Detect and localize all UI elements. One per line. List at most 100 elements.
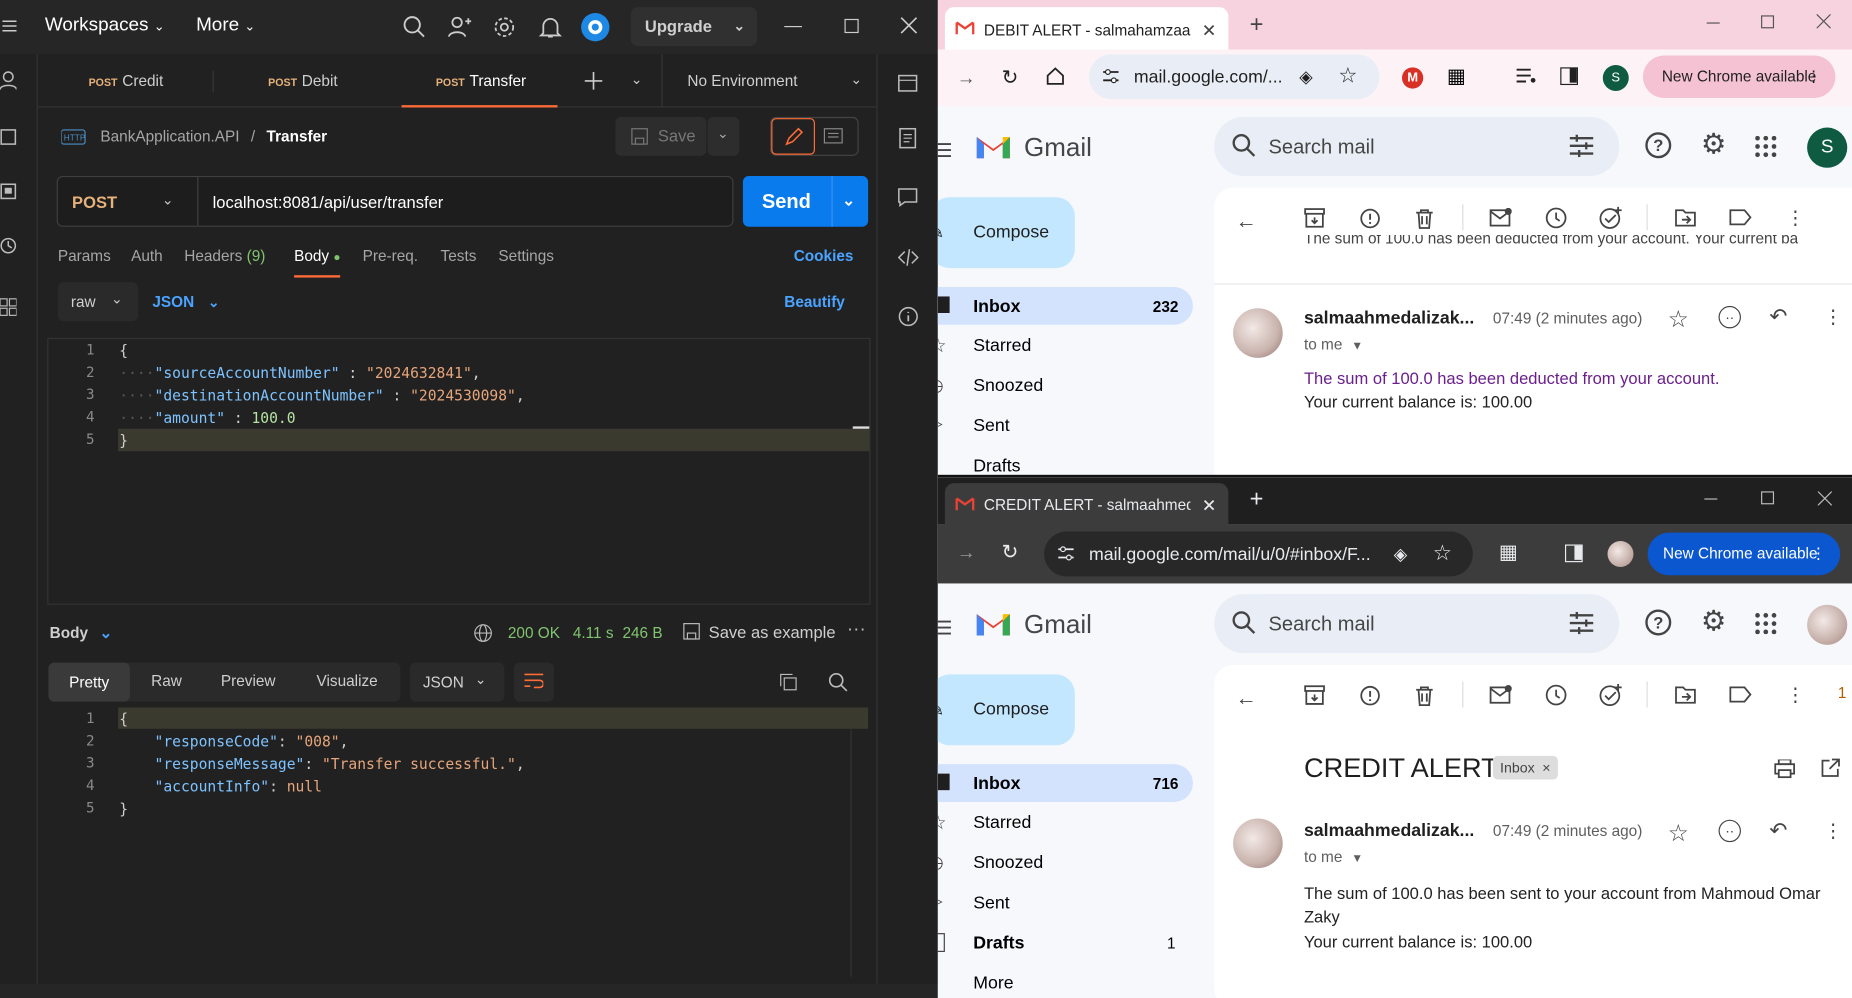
nav-more[interactable]: More xyxy=(938,966,1169,998)
tab-prereq[interactable]: Pre-req. xyxy=(363,247,418,265)
bookmark-star-icon[interactable]: ☆ xyxy=(1338,64,1357,89)
move-to-icon[interactable] xyxy=(1675,208,1696,227)
nav-inbox[interactable]: Inbox 232 xyxy=(937,287,1193,325)
main-menu-icon[interactable]: ☰ xyxy=(938,139,953,163)
profile-avatar[interactable]: S xyxy=(1602,64,1629,91)
tab-raw[interactable]: Raw xyxy=(151,672,182,690)
close-window-icon[interactable] xyxy=(1817,491,1832,506)
tab-params[interactable]: Params xyxy=(58,247,111,265)
new-tab-plus-icon[interactable]: + xyxy=(1250,12,1264,39)
body-language-select[interactable]: JSON ⌄ xyxy=(152,293,219,311)
response-body-select[interactable]: Body ⌄ xyxy=(50,624,113,643)
info-icon[interactable] xyxy=(898,306,919,327)
response-size[interactable]: 246 B xyxy=(622,624,662,642)
new-tab-plus-icon[interactable]: + xyxy=(1250,487,1264,514)
star-icon[interactable]: ☆ xyxy=(1668,819,1689,849)
environments-icon[interactable] xyxy=(0,128,17,147)
main-menu-icon[interactable]: ☰ xyxy=(938,617,953,641)
notifications-bell-icon[interactable] xyxy=(538,15,563,39)
tab-body[interactable]: Body ● xyxy=(294,247,341,278)
new-tab-plus-icon[interactable] xyxy=(584,72,603,90)
reload-icon[interactable]: ↻ xyxy=(1002,541,1019,565)
apps-grid-icon[interactable] xyxy=(1755,135,1777,158)
archive-icon[interactable] xyxy=(1304,208,1325,228)
nav-drafts[interactable]: Drafts xyxy=(938,449,1169,477)
search-mail-input[interactable]: Search mail xyxy=(1214,116,1620,176)
address-bar[interactable]: mail.google.com/... ◈ ☆ xyxy=(1088,54,1380,100)
collections-icon[interactable] xyxy=(0,71,17,90)
print-icon[interactable] xyxy=(1774,759,1796,779)
profile-avatar[interactable] xyxy=(580,12,611,43)
side-panel-icon[interactable] xyxy=(1560,67,1578,86)
tab-debit-alert[interactable]: DEBIT ALERT - salmahamzaahm ✕ xyxy=(944,7,1229,50)
apps-grid-icon[interactable] xyxy=(1755,613,1777,635)
media-control-icon[interactable] xyxy=(1516,67,1537,85)
reply-icon[interactable]: ↶ xyxy=(1769,305,1787,330)
tab-settings[interactable]: Settings xyxy=(498,247,553,265)
search-options-icon[interactable] xyxy=(1569,611,1594,635)
nav-drafts[interactable]: Drafts 1 xyxy=(937,926,1193,961)
new-chrome-available-button[interactable]: New Chrome available ⋮ xyxy=(1642,55,1836,99)
compose-button[interactable]: ✎Compose xyxy=(937,674,1075,746)
search-options-icon[interactable] xyxy=(1569,134,1594,158)
tab-preview[interactable]: Preview xyxy=(221,672,276,690)
close-icon[interactable] xyxy=(900,17,918,35)
mark-unread-icon[interactable] xyxy=(1489,685,1512,704)
minimize-icon[interactable] xyxy=(1704,498,1718,500)
label-tag-icon[interactable] xyxy=(1729,686,1752,703)
settings-gear-icon[interactable] xyxy=(493,15,517,39)
archive-icon[interactable] xyxy=(1304,685,1325,705)
tab-debit[interactable]: POST Debit xyxy=(268,54,338,107)
extensions-puzzle-icon[interactable]: ▦ xyxy=(1447,65,1466,89)
recipient-to-me[interactable]: to me ▼ xyxy=(1304,335,1363,353)
emoji-react-icon[interactable]: ․․ xyxy=(1718,819,1741,843)
compose-button[interactable]: ✎Compose xyxy=(937,197,1075,269)
environment-dropdown-icon[interactable]: ⌄ xyxy=(850,71,862,88)
save-as-example-button[interactable]: Save as example xyxy=(709,622,836,641)
message-more-icon[interactable]: ⋮ xyxy=(1824,306,1843,330)
history-icon[interactable] xyxy=(0,236,17,255)
account-avatar[interactable] xyxy=(1807,604,1848,645)
report-spam-icon[interactable] xyxy=(1359,685,1380,706)
mark-unread-icon[interactable] xyxy=(1489,207,1512,227)
bookmark-star-icon[interactable]: ☆ xyxy=(1433,541,1452,566)
profile-avatar[interactable] xyxy=(1607,540,1634,567)
address-bar[interactable]: mail.google.com/mail/u/0/#inbox/F... ◈ ☆ xyxy=(1044,531,1473,577)
settings-gear-icon[interactable]: ⚙ xyxy=(1701,131,1726,159)
nav-starred[interactable]: ☆Starred xyxy=(938,806,1169,841)
forward-icon[interactable]: → xyxy=(957,69,976,90)
tab-close-icon[interactable]: ✕ xyxy=(1202,20,1217,41)
tab-pretty[interactable]: Pretty xyxy=(48,662,130,702)
emoji-react-icon[interactable]: ․․ xyxy=(1718,305,1741,329)
new-chrome-available-button[interactable]: New Chrome available ⋮ xyxy=(1647,532,1841,576)
gmail-logo-icon[interactable] xyxy=(974,609,1012,637)
search-response-icon[interactable] xyxy=(828,672,848,692)
method-dropdown-icon[interactable]: ⌄ xyxy=(162,191,174,208)
help-icon[interactable]: ? xyxy=(1645,609,1672,636)
search-mail-input[interactable]: Search mail xyxy=(1214,594,1620,654)
maximize-icon[interactable] xyxy=(1761,491,1775,505)
open-new-window-icon[interactable] xyxy=(1820,758,1840,778)
url-input[interactable]: localhost:8081/api/user/transfer xyxy=(213,193,444,212)
close-window-icon[interactable] xyxy=(1816,14,1831,29)
add-task-icon[interactable] xyxy=(1599,683,1623,707)
inbox-label-chip[interactable]: Inbox × xyxy=(1492,755,1558,780)
invite-user-icon[interactable] xyxy=(447,15,472,39)
star-icon[interactable]: ☆ xyxy=(1668,305,1689,335)
reply-icon[interactable]: ↶ xyxy=(1769,819,1787,844)
copy-icon[interactable] xyxy=(778,672,798,692)
minimize-icon[interactable] xyxy=(784,25,802,28)
sender-avatar[interactable] xyxy=(1233,818,1283,869)
send-button[interactable]: Send ⌄ xyxy=(742,175,869,227)
beautify-button[interactable]: Beautify xyxy=(784,293,845,311)
snooze-clock-icon[interactable] xyxy=(1545,207,1567,229)
search-icon[interactable] xyxy=(403,15,427,39)
nav-snoozed[interactable]: ◷Snoozed xyxy=(938,846,1169,881)
tab-credit[interactable]: POST Credit xyxy=(89,54,164,107)
nav-inbox[interactable]: Inbox 716 xyxy=(937,764,1193,802)
settings-gear-icon[interactable]: ⚙ xyxy=(1701,608,1726,636)
more-vert-icon[interactable]: ⋮ xyxy=(1786,207,1805,231)
message-more-icon[interactable]: ⋮ xyxy=(1824,820,1843,844)
minimize-icon[interactable] xyxy=(1706,22,1720,24)
tabs-dropdown-icon[interactable]: ⌄ xyxy=(631,71,643,88)
